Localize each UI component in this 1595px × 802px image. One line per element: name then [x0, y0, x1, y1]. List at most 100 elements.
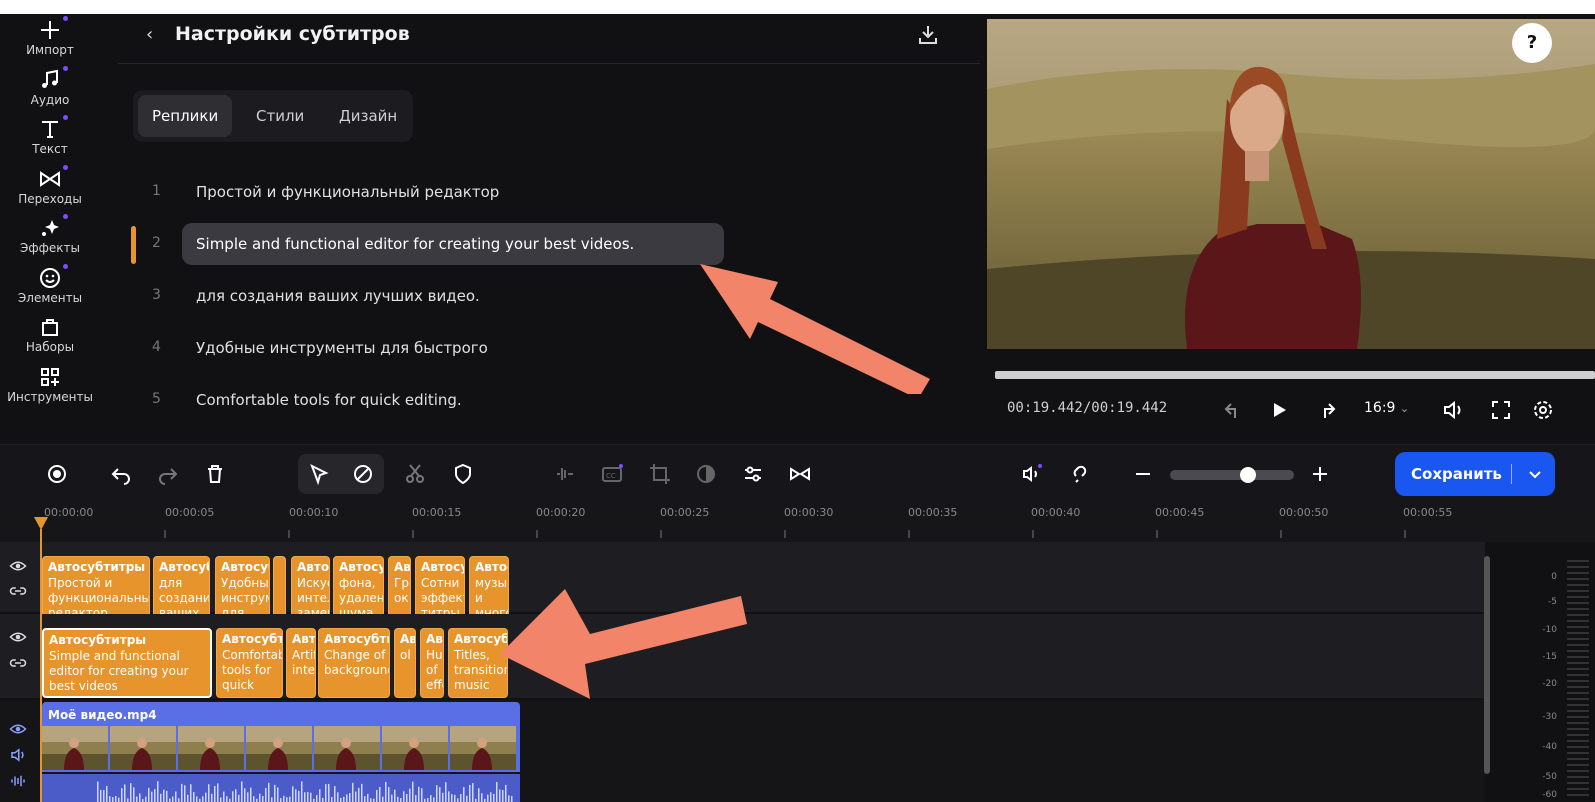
color-adjust-icon[interactable]: [691, 459, 721, 489]
eye-icon[interactable]: [9, 557, 27, 575]
level-meter-segment: [1567, 782, 1589, 784]
subtitle-clip-text: Hundreds of effects: [426, 648, 443, 692]
sidebar-item-elements[interactable]: Элементы: [0, 264, 100, 316]
chevron-down-icon[interactable]: [1525, 464, 1545, 484]
playback-progress-bar[interactable]: [995, 371, 1595, 379]
ruler-tick-label: 00:00:20: [536, 506, 586, 519]
subtitle-line-text[interactable]: для создания ваших лучших видео.: [182, 275, 724, 317]
sidebar-item-label: Инструменты: [7, 390, 93, 404]
select-arrow-icon[interactable]: [304, 459, 334, 489]
video-clip[interactable]: Моё видео.mp4: [42, 702, 520, 772]
subtitle-clip[interactable]: Автосубтитры Titles, transitions, music: [448, 628, 508, 698]
captions-icon[interactable]: CC: [597, 459, 627, 489]
timeline-ruler[interactable]: 00:00:00 00:00:05 00:00:10 00:00:15 00:0…: [0, 502, 1595, 542]
sidebar-item-audio[interactable]: Аудио: [0, 66, 100, 118]
back-chevron-icon[interactable]: ‹: [146, 24, 153, 45]
sidebar-item-label: Текст: [32, 142, 68, 156]
subtitle-clip-title: Автосубтитры: [454, 632, 507, 646]
undo-icon[interactable]: [106, 459, 136, 489]
forward-icon[interactable]: [1315, 398, 1339, 422]
sidebar-item-effects[interactable]: Эффекты: [0, 214, 100, 266]
subtitle-line-text[interactable]: Простой и функциональный редактор: [182, 171, 724, 213]
sidebar-item-tools[interactable]: Инструменты: [0, 365, 100, 415]
level-meter-segment: [1567, 788, 1589, 790]
sidebar-item-text[interactable]: Текст: [0, 115, 100, 167]
level-meter-segment: [1567, 596, 1589, 598]
level-meter-segment: [1567, 746, 1589, 748]
audio-waveform[interactable]: [42, 774, 520, 802]
link-icon[interactable]: [9, 654, 27, 672]
fullscreen-icon[interactable]: [1489, 398, 1513, 422]
tab-styles[interactable]: Стили: [242, 95, 318, 137]
level-meter-label: -60: [1542, 790, 1557, 800]
line-number: 4: [152, 339, 161, 355]
trash-icon[interactable]: [200, 459, 230, 489]
timeline-zoom-slider[interactable]: [1170, 467, 1294, 483]
redo-icon[interactable]: [153, 459, 183, 489]
razor-tool-icon[interactable]: [348, 459, 378, 489]
rewind-icon[interactable]: [1221, 398, 1245, 422]
waveform-icon[interactable]: [9, 772, 27, 790]
subtitle-line-text[interactable]: Simple and functional editor for creatin…: [182, 223, 724, 265]
zoom-slider-handle[interactable]: [1240, 467, 1256, 483]
zoom-in-icon[interactable]: [1305, 459, 1335, 489]
ruler-tick-label: 00:00:45: [1155, 506, 1205, 519]
help-button[interactable]: ?: [1512, 23, 1552, 63]
subtitle-clip[interactable]: Автосубтитры Comfortable tools for quick: [216, 628, 283, 698]
save-button-label: Сохранить: [1411, 465, 1502, 483]
voice-icon[interactable]: [1017, 459, 1047, 489]
split-audio-icon[interactable]: [550, 459, 580, 489]
sidebar-item-label: Наборы: [25, 340, 75, 354]
subtitle-clip[interactable]: Автосубтитры Artificial intelligence: [286, 628, 316, 698]
level-meter-segment: [1567, 794, 1589, 796]
sidebar-item-import[interactable]: Импорт: [0, 16, 100, 68]
subtitle-clip-title: Автосубтитры: [421, 560, 465, 574]
sliders-icon[interactable]: [738, 459, 768, 489]
crop-icon[interactable]: [645, 459, 675, 489]
transition-add-icon[interactable]: [785, 459, 815, 489]
settings-gear-icon[interactable]: [1531, 398, 1555, 422]
tab-design[interactable]: Дизайн: [325, 95, 411, 137]
sidebar-item-transitions[interactable]: Переходы: [0, 165, 100, 217]
scissors-icon[interactable]: [400, 459, 430, 489]
subtitle-clip[interactable]: Автосубтитры Change of background: [318, 628, 390, 698]
page-title: Настройки субтитров: [175, 23, 410, 45]
link-icon[interactable]: [9, 582, 27, 600]
play-icon[interactable]: [1267, 398, 1291, 422]
subtitle-settings-panel: ‹ Настройки субтитров Реплики Стили Диза…: [118, 14, 980, 444]
download-icon[interactable]: [916, 23, 940, 47]
volume-icon[interactable]: [1441, 398, 1465, 422]
eye-icon[interactable]: [9, 628, 27, 646]
volume-icon[interactable]: [9, 746, 27, 764]
shield-icon[interactable]: [448, 459, 478, 489]
level-meter-segment: [1567, 560, 1589, 562]
tab-replicas[interactable]: Реплики: [138, 95, 233, 137]
playhead-line[interactable]: [40, 529, 42, 802]
video-thumbnails: [42, 726, 516, 770]
ruler-tick-label: 00:00:05: [165, 506, 215, 519]
level-meter-label: -40: [1542, 742, 1557, 752]
ruler-tick-label: 00:00:55: [1403, 506, 1453, 519]
link-magnet-icon[interactable]: [1065, 459, 1095, 489]
subtitle-clip[interactable]: Автосубтитры Hundreds of effects: [420, 628, 444, 698]
subtitle-clip[interactable]: Автосубтитры Simple and functional editor…: [42, 628, 212, 698]
subtitle-clip[interactable]: Автосубтитры ol: [394, 628, 416, 698]
sidebar-item-label: Переходы: [18, 192, 82, 206]
level-meter-segment: [1567, 608, 1589, 610]
save-button[interactable]: Сохранить: [1395, 452, 1555, 496]
chevron-down-icon: ⌄: [1399, 402, 1410, 415]
player-controls: 00:19.442/00:19.442 16:9 ⌄: [987, 384, 1595, 439]
video-preview[interactable]: [987, 19, 1595, 349]
subtitle-line-text[interactable]: Comfortable tools for quick editing.: [182, 379, 724, 421]
timecode: 00:19.442/00:19.442: [1007, 400, 1168, 416]
eye-icon[interactable]: [9, 720, 27, 738]
sidebar-item-sets[interactable]: Наборы: [0, 315, 100, 365]
aspect-ratio-select[interactable]: 16:9 ⌄: [1364, 400, 1409, 416]
ruler-tick-label: 00:00:10: [289, 506, 339, 519]
subtitle-clip-text: Artificial intelligence: [292, 648, 316, 677]
level-meter-label: -20: [1542, 679, 1557, 689]
zoom-out-icon[interactable]: [1128, 459, 1158, 489]
ruler-tick-label: 00:00:35: [908, 506, 958, 519]
subtitle-line-text[interactable]: Удобные инструменты для быстрого: [182, 327, 724, 369]
record-icon[interactable]: [42, 459, 72, 489]
